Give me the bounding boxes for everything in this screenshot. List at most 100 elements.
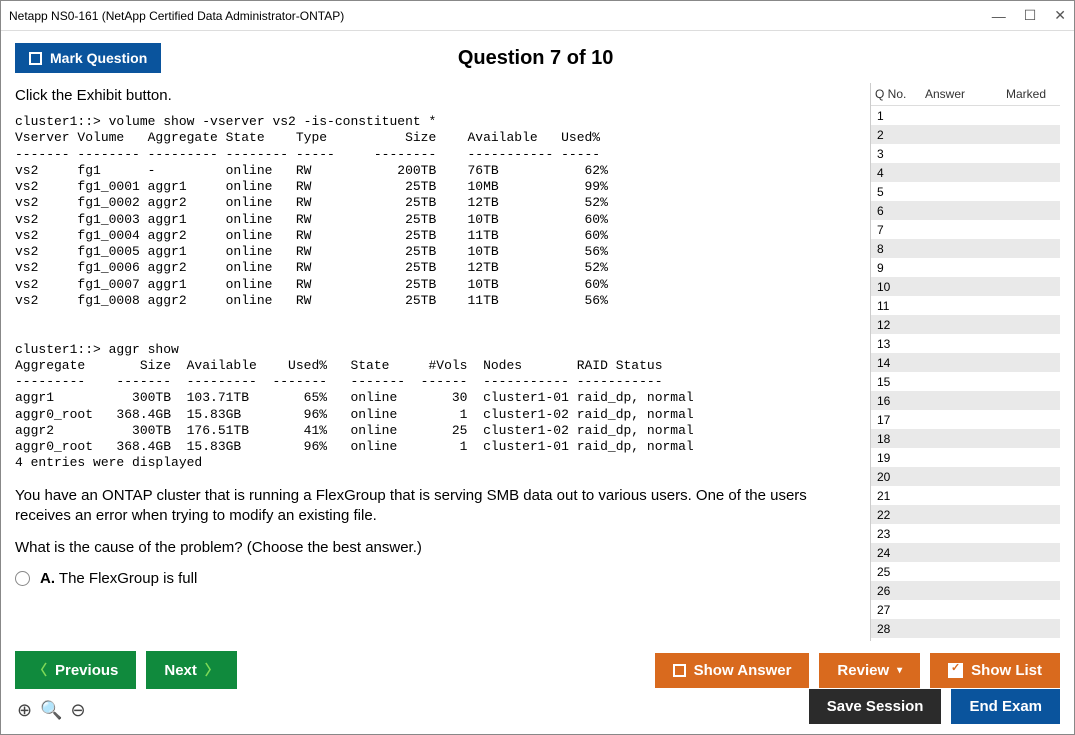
nav-row-number: 11 [877, 299, 917, 313]
nav-col-marked: Marked [1006, 87, 1056, 101]
zoom-out-icon[interactable]: ⊖ [71, 700, 86, 721]
answer-option-a[interactable]: A. The FlexGroup is full [15, 570, 854, 587]
nav-row-number: 28 [877, 622, 917, 636]
nav-row-number: 19 [877, 451, 917, 465]
question-nav-panel: Q No. Answer Marked 12345678910111213141… [870, 83, 1060, 641]
nav-row-number: 12 [877, 318, 917, 332]
mark-question-button[interactable]: Mark Question [15, 43, 161, 73]
nav-row[interactable]: 25 [871, 562, 1060, 581]
end-exam-label: End Exam [969, 698, 1042, 715]
question-prompt: Click the Exhibit button. [15, 87, 854, 104]
review-label: Review [837, 662, 889, 679]
nav-row-number: 25 [877, 565, 917, 579]
nav-row[interactable]: 28 [871, 619, 1060, 638]
review-button[interactable]: Review ▾ [819, 653, 920, 688]
answer-a-text: The FlexGroup is full [59, 570, 197, 587]
show-answer-button[interactable]: Show Answer [655, 653, 810, 688]
nav-row[interactable]: 3 [871, 144, 1060, 163]
previous-button[interactable]: 〈 Previous [15, 651, 136, 689]
chevron-right-icon: 〉 [205, 660, 219, 680]
nav-row[interactable]: 2 [871, 125, 1060, 144]
save-session-label: Save Session [827, 698, 924, 715]
nav-row-number: 22 [877, 508, 917, 522]
radio-icon[interactable] [15, 571, 30, 586]
content-area: Mark Question Question 7 of 10 Click the… [1, 31, 1074, 734]
nav-row[interactable]: 8 [871, 239, 1060, 258]
nav-row-number: 4 [877, 166, 917, 180]
nav-row-number: 26 [877, 584, 917, 598]
nav-row[interactable]: 13 [871, 334, 1060, 353]
nav-row-number: 20 [877, 470, 917, 484]
close-icon[interactable]: ✕ [1054, 7, 1066, 24]
middle-row: Click the Exhibit button. cluster1::> vo… [15, 83, 1060, 641]
window-title: Netapp NS0-161 (NetApp Certified Data Ad… [9, 9, 344, 23]
nav-row[interactable]: 19 [871, 448, 1060, 467]
nav-row-number: 21 [877, 489, 917, 503]
nav-row-number: 5 [877, 185, 917, 199]
nav-row[interactable]: 14 [871, 353, 1060, 372]
caret-down-icon: ▾ [897, 665, 902, 676]
nav-list[interactable]: 1234567891011121314151617181920212223242… [871, 106, 1060, 641]
show-answer-label: Show Answer [694, 662, 792, 679]
nav-row[interactable]: 20 [871, 467, 1060, 486]
check-icon: ✓ [948, 663, 963, 678]
nav-row[interactable]: 11 [871, 296, 1060, 315]
titlebar: Netapp NS0-161 (NetApp Certified Data Ad… [1, 1, 1074, 31]
next-label: Next [164, 662, 197, 679]
minimize-icon[interactable]: — [992, 8, 1006, 24]
nav-row-number: 16 [877, 394, 917, 408]
square-icon [673, 664, 686, 677]
nav-row[interactable]: 7 [871, 220, 1060, 239]
nav-row-number: 8 [877, 242, 917, 256]
nav-row-number: 9 [877, 261, 917, 275]
save-session-button[interactable]: Save Session [809, 689, 942, 724]
nav-row-number: 1 [877, 109, 917, 123]
app-window: Netapp NS0-161 (NetApp Certified Data Ad… [0, 0, 1075, 735]
nav-row[interactable]: 12 [871, 315, 1060, 334]
nav-row-number: 13 [877, 337, 917, 351]
nav-row[interactable]: 26 [871, 581, 1060, 600]
nav-row-number: 17 [877, 413, 917, 427]
nav-row-number: 18 [877, 432, 917, 446]
nav-row-number: 15 [877, 375, 917, 389]
previous-label: Previous [55, 662, 118, 679]
nav-row-number: 3 [877, 147, 917, 161]
nav-row[interactable]: 22 [871, 505, 1060, 524]
question-pane[interactable]: Click the Exhibit button. cluster1::> vo… [15, 83, 860, 641]
maximize-icon[interactable]: ☐ [1024, 7, 1037, 24]
nav-col-qno: Q No. [875, 87, 925, 101]
show-list-button[interactable]: ✓ Show List [930, 653, 1060, 688]
nav-row[interactable]: 4 [871, 163, 1060, 182]
question-heading: Question 7 of 10 [161, 47, 910, 70]
nav-row[interactable]: 9 [871, 258, 1060, 277]
show-list-label: Show List [971, 662, 1042, 679]
nav-row[interactable]: 17 [871, 410, 1060, 429]
nav-row-number: 24 [877, 546, 917, 560]
nav-row[interactable]: 21 [871, 486, 1060, 505]
nav-row[interactable]: 23 [871, 524, 1060, 543]
exhibit-output: cluster1::> volume show -vserver vs2 -is… [15, 114, 854, 472]
nav-row-number: 6 [877, 204, 917, 218]
nav-row[interactable]: 10 [871, 277, 1060, 296]
nav-row[interactable]: 24 [871, 543, 1060, 562]
zoom-reset-icon[interactable]: 🔍 [40, 700, 62, 721]
nav-row[interactable]: 18 [871, 429, 1060, 448]
nav-row[interactable]: 16 [871, 391, 1060, 410]
nav-row[interactable]: 27 [871, 600, 1060, 619]
end-exam-button[interactable]: End Exam [951, 689, 1060, 724]
answer-a-label: A. [40, 570, 55, 587]
nav-row[interactable]: 15 [871, 372, 1060, 391]
nav-row[interactable]: 1 [871, 106, 1060, 125]
nav-row-number: 7 [877, 223, 917, 237]
nav-row[interactable]: 6 [871, 201, 1060, 220]
checkbox-icon [29, 52, 42, 65]
nav-row[interactable]: 5 [871, 182, 1060, 201]
window-controls: — ☐ ✕ [992, 7, 1066, 24]
nav-row-number: 23 [877, 527, 917, 541]
zoom-in-icon[interactable]: ⊕ [17, 700, 32, 721]
nav-row-number: 14 [877, 356, 917, 370]
zoom-controls: ⊕ 🔍 ⊖ [15, 692, 86, 721]
next-button[interactable]: Next 〉 [146, 651, 237, 689]
question-body-1: You have an ONTAP cluster that is runnin… [15, 486, 854, 527]
nav-row-number: 27 [877, 603, 917, 617]
